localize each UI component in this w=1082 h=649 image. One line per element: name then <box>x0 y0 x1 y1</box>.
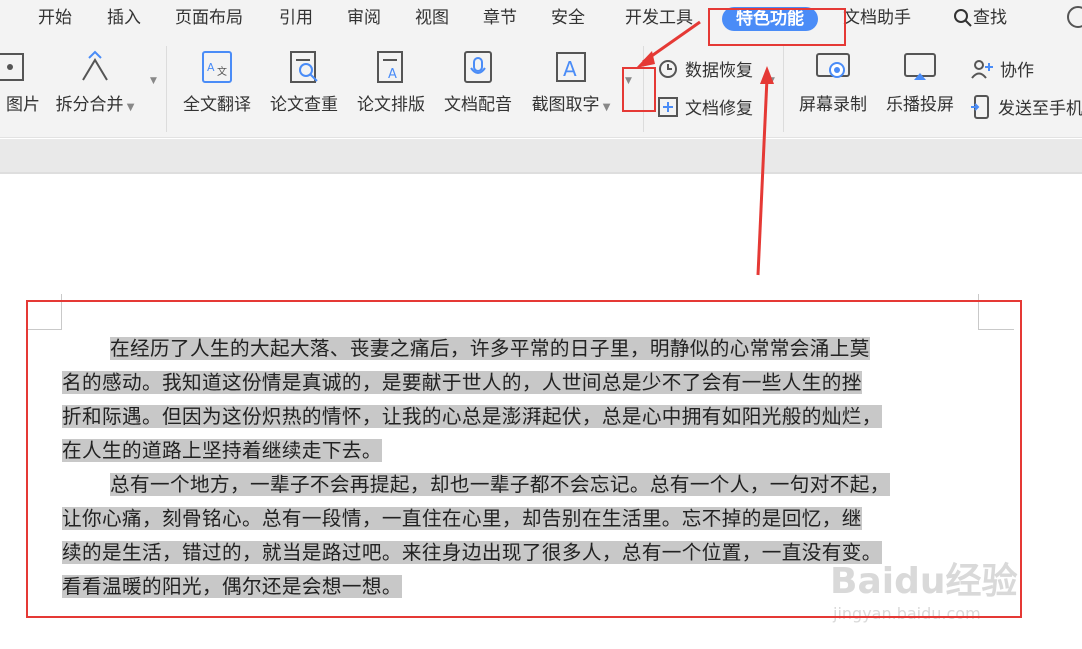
arrow-to-ribbon <box>756 77 769 276</box>
arrowhead <box>636 51 655 68</box>
annotation-arrows <box>636 20 774 276</box>
arrowhead <box>760 66 774 84</box>
